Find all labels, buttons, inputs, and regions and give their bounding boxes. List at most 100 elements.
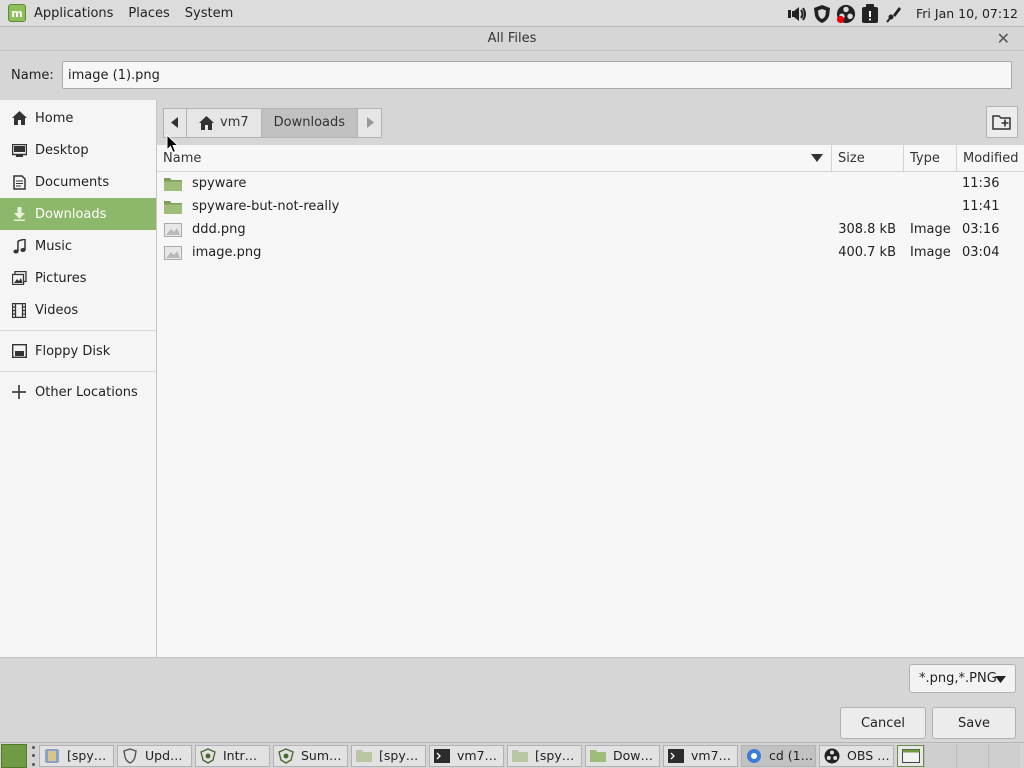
file-save-dialog: All Files ✕ Name: Home Desktop Documents… [0, 27, 1024, 742]
column-name[interactable]: Name [157, 144, 832, 172]
task-label: Intr… [223, 748, 258, 763]
network-icon[interactable] [884, 4, 904, 24]
table-row[interactable]: image.png 400.7 kB Image 03:04 [157, 241, 1024, 264]
task-button[interactable]: Dow… [585, 744, 660, 767]
window-icon [901, 748, 920, 763]
file-browser: vm7 Downloads Name Size Type Modified sp… [157, 100, 1024, 657]
task-button[interactable]: [spy… [507, 744, 582, 767]
file-modified: 03:04 [962, 245, 1000, 260]
obs-record-icon[interactable] [836, 4, 856, 24]
chevron-left-icon [171, 117, 178, 128]
name-label: Name: [11, 67, 54, 83]
new-folder-icon [992, 115, 1011, 130]
sidebar-item-other-locations[interactable]: Other Locations [0, 376, 156, 408]
sidebar-item-label: Pictures [35, 270, 87, 286]
mint-menu-icon[interactable]: m [8, 4, 26, 22]
file-size: 308.8 kB [838, 222, 896, 237]
sidebar-item-floppy-disk[interactable]: Floppy Disk [0, 335, 156, 367]
file-modified: 11:36 [962, 176, 1000, 191]
file-modified: 11:41 [962, 199, 1000, 214]
start-menu-button[interactable] [1, 743, 27, 768]
task-button[interactable]: OBS … [819, 744, 894, 767]
task-button[interactable]: vm7… [663, 744, 738, 767]
folder-icon [164, 200, 182, 214]
task-label: [spy… [535, 748, 575, 763]
save-button[interactable]: Save [932, 707, 1016, 739]
sidebar-item-pictures[interactable]: Pictures [0, 262, 156, 294]
table-row[interactable]: spyware-but-not-really 11:41 [157, 195, 1024, 218]
taskbar-grip[interactable] [30, 745, 36, 766]
documents-icon [11, 174, 27, 190]
top-panel: m Applications Places System Fri Jan 10,… [0, 0, 1024, 27]
task-button[interactable]: cd (1… [741, 744, 816, 767]
task-label: Upd… [145, 748, 183, 763]
sidebar-item-music[interactable]: Music [0, 230, 156, 262]
new-folder-button[interactable] [986, 106, 1018, 138]
update-icon[interactable] [860, 3, 880, 24]
task-button[interactable]: Upd… [117, 744, 192, 767]
shield-icon[interactable] [812, 4, 832, 24]
dialog-titlebar[interactable]: All Files ✕ [0, 27, 1024, 51]
file-list: spyware 11:36 spyware-but-not-really 11:… [157, 172, 1024, 264]
filename-input[interactable] [62, 61, 1012, 89]
task-button[interactable]: Intr… [195, 744, 270, 767]
path-bar: vm7 Downloads [157, 100, 1024, 145]
column-modified-label: Modified [963, 150, 1019, 166]
path-forward-button[interactable] [358, 107, 383, 138]
folder-icon [590, 748, 606, 764]
column-type[interactable]: Type [904, 144, 957, 172]
cancel-button[interactable]: Cancel [840, 707, 926, 739]
file-filter-select[interactable]: *.png,*.PNG [909, 664, 1016, 693]
path-segment-label: Downloads [273, 115, 346, 130]
dialog-title: All Files [487, 31, 537, 46]
column-modified[interactable]: Modified [957, 145, 1022, 172]
mouse-cursor-icon [166, 134, 180, 154]
task-button[interactable]: [spy… [351, 744, 426, 767]
path-back-button[interactable] [163, 107, 187, 138]
task-button[interactable]: vm7… [429, 744, 504, 767]
path-segment-home[interactable]: vm7 [187, 107, 262, 138]
workspace-1[interactable] [924, 743, 956, 768]
sidebar-item-desktop[interactable]: Desktop [0, 134, 156, 166]
column-size[interactable]: Size [832, 144, 904, 172]
sidebar-item-label: Downloads [35, 206, 107, 222]
file-filter-value: *.png,*.PNG [919, 671, 997, 686]
task-label: vm7… [691, 748, 732, 763]
task-button[interactable]: Sum… [273, 744, 348, 767]
sidebar-item-label: Floppy Disk [35, 343, 111, 359]
table-row[interactable]: spyware 11:36 [157, 172, 1024, 195]
sort-down-icon [811, 153, 823, 162]
file-name: spyware [192, 176, 247, 191]
desktop-icon [11, 142, 27, 158]
workspace-2[interactable] [956, 743, 988, 768]
task-button[interactable]: [spy… [39, 744, 114, 767]
sidebar-item-label: Videos [35, 302, 79, 318]
menu-places[interactable]: Places [128, 6, 169, 21]
floppy-icon [11, 343, 27, 359]
close-icon[interactable]: ✕ [997, 29, 1010, 48]
workspace-3[interactable] [988, 743, 1020, 768]
folder-icon [512, 748, 528, 764]
table-row[interactable]: ddd.png 308.8 kB Image 03:16 [157, 218, 1024, 241]
sidebar-item-videos[interactable]: Videos [0, 294, 156, 326]
sidebar-item-label: Documents [35, 174, 110, 190]
clock[interactable]: Fri Jan 10, 07:12 [916, 6, 1018, 21]
places-sidebar: Home Desktop Documents Downloads Music P… [0, 100, 157, 657]
obs-icon [824, 748, 840, 764]
sidebar-separator [0, 371, 156, 372]
volume-icon[interactable] [788, 4, 808, 24]
files-icon [44, 748, 60, 764]
sidebar-item-home[interactable]: Home [0, 102, 156, 134]
path-segment-downloads[interactable]: Downloads [261, 107, 359, 138]
menu-applications[interactable]: Applications [34, 6, 113, 21]
show-desktop-button[interactable] [897, 744, 924, 767]
taskbar: [spy… Upd… Intr… Sum… [spy… vm7… [spy… D… [0, 742, 1024, 768]
menu-system[interactable]: System [185, 6, 233, 21]
sidebar-item-downloads[interactable]: Downloads [0, 198, 156, 230]
column-header: Name Size Type Modified [157, 144, 1024, 172]
sidebar-item-documents[interactable]: Documents [0, 166, 156, 198]
download-icon [11, 206, 27, 222]
folder-icon [164, 177, 182, 191]
folder-icon [356, 748, 372, 764]
image-file-icon [164, 245, 182, 260]
